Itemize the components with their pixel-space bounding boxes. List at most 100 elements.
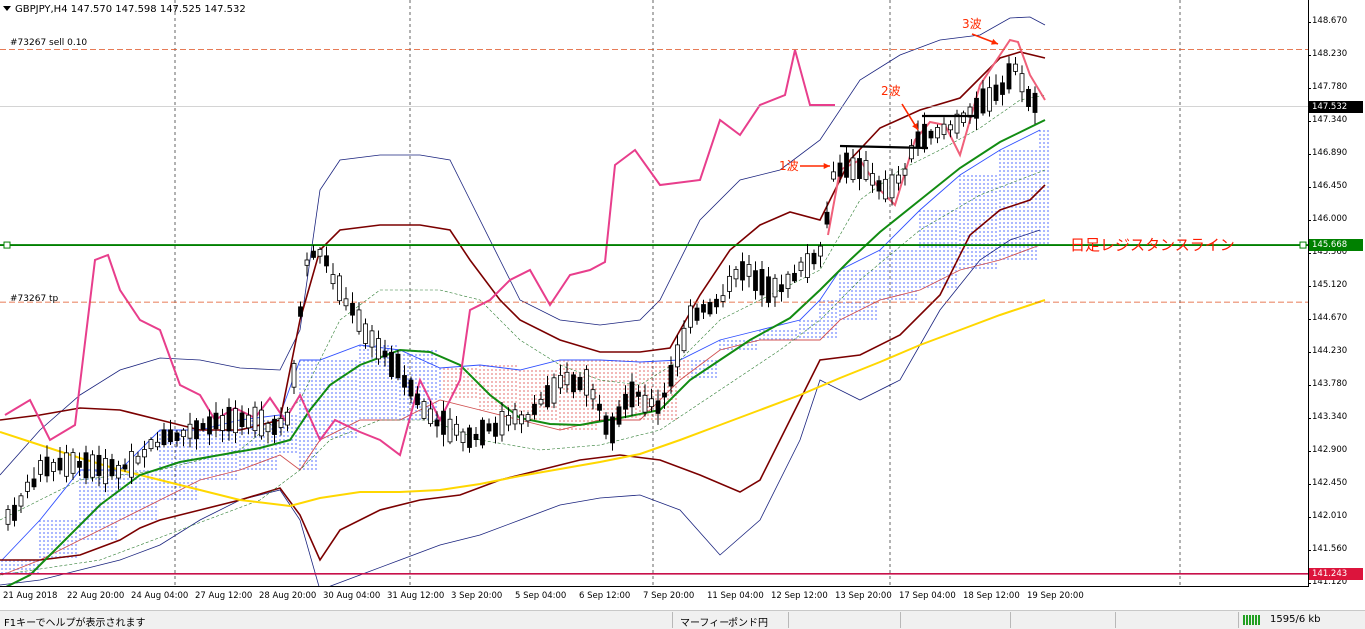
candle-body xyxy=(135,455,141,464)
candle-body xyxy=(525,414,531,422)
candle-body xyxy=(57,457,63,471)
price-tick-label: 144.670 xyxy=(1307,313,1348,323)
candle-body xyxy=(447,418,453,443)
candle-body xyxy=(681,327,687,352)
candle-body xyxy=(148,439,154,450)
chart-header: GBPJPY,H4 147.570 147.598 147.525 147.53… xyxy=(3,4,246,15)
candle-body xyxy=(116,464,121,479)
candle-body xyxy=(571,374,576,393)
candle-body xyxy=(610,416,615,444)
candle-body xyxy=(291,363,297,388)
price-tick-label: 142.010 xyxy=(1307,511,1348,521)
time-tick-label: 11 Sep 04:00 xyxy=(707,591,764,601)
time-tick-label: 27 Aug 12:00 xyxy=(195,591,253,601)
candle-body xyxy=(421,401,427,419)
status-bar: F1キーでヘルプが表示されます マーフィー ポンド円 1595/6 kb xyxy=(0,610,1365,629)
candle-body xyxy=(837,162,843,177)
candle-body xyxy=(662,392,667,398)
candle-body xyxy=(636,391,641,397)
candle-body xyxy=(551,377,557,404)
time-tick-label: 5 Sep 04:00 xyxy=(515,591,567,601)
candle-body xyxy=(278,417,284,428)
candle-body xyxy=(623,393,628,410)
resistance-right-handle xyxy=(1299,241,1307,249)
candle-body xyxy=(928,130,934,139)
time-tick-label: 6 Sep 12:00 xyxy=(579,591,631,601)
candle-body xyxy=(109,459,115,477)
candle-body xyxy=(38,460,43,475)
connection-traffic-icon xyxy=(1243,615,1265,625)
price-tick-label: 146.450 xyxy=(1307,181,1348,191)
candle-body xyxy=(993,84,999,101)
time-axis[interactable]: 21 Aug 2018 22 Aug 20:00 24 Aug 04:00 27 Au… xyxy=(0,587,1309,605)
candle-body xyxy=(96,454,102,477)
price-tick-label: 145.120 xyxy=(1307,280,1348,290)
candle-body xyxy=(298,306,303,317)
candle-body xyxy=(941,123,947,135)
status-symbol: ポンド円 xyxy=(728,618,768,629)
time-tick-label: 17 Sep 04:00 xyxy=(899,591,956,601)
wave1-arrow-head xyxy=(823,162,830,170)
candle-body xyxy=(44,456,50,477)
candle-body xyxy=(668,364,674,387)
price-tick-label: 146.000 xyxy=(1307,214,1348,224)
candle-body xyxy=(239,412,245,428)
candle-body xyxy=(376,338,381,360)
price-tick-label: 142.900 xyxy=(1307,445,1348,455)
collapse-triangle-icon[interactable] xyxy=(3,6,11,11)
candle-body xyxy=(1026,88,1031,107)
candle-body xyxy=(317,249,323,257)
candle-body xyxy=(649,398,654,408)
candle-body xyxy=(285,411,290,426)
candle-body xyxy=(324,255,329,267)
candle-body xyxy=(460,431,466,443)
candle-body xyxy=(753,270,758,291)
candle-body xyxy=(493,422,498,437)
candle-body xyxy=(129,451,134,478)
candle-body xyxy=(142,449,147,458)
candle-body xyxy=(1013,63,1018,72)
ma-green xyxy=(5,119,1046,586)
help-text: F1キーでヘルプが表示されます xyxy=(4,618,146,629)
candle-body xyxy=(168,429,173,443)
candle-body xyxy=(792,272,797,282)
candle-body xyxy=(454,423,459,436)
candle-body xyxy=(369,330,375,348)
candle-body xyxy=(395,353,401,379)
candle-body xyxy=(720,295,726,302)
candle-body xyxy=(233,408,238,434)
time-tick-label: 19 Sep 20:00 xyxy=(1027,591,1084,601)
price-axis[interactable]: 148.670 148.230 147.780 147.340 146.890 146.4… xyxy=(1307,0,1365,587)
candle-body xyxy=(70,452,76,474)
candle-body xyxy=(616,406,622,425)
chart-plot-area[interactable]: GBPJPY,H4 147.570 147.598 147.525 147.53… xyxy=(0,0,1309,587)
traffic-text: 1595/6 kb xyxy=(1270,614,1321,625)
candle-body xyxy=(844,152,849,178)
candle-body xyxy=(155,441,160,448)
candle-body xyxy=(1006,63,1012,90)
candle-body xyxy=(337,275,342,302)
wave-resistance-1 xyxy=(839,144,929,150)
candle-body xyxy=(889,174,895,199)
candle-body xyxy=(480,419,485,446)
candle-body xyxy=(194,420,199,440)
candle-body xyxy=(766,276,771,303)
candle-body xyxy=(473,433,479,440)
price-tick-label: 146.890 xyxy=(1307,148,1348,158)
candle-body xyxy=(499,410,505,436)
chikou-dashed xyxy=(0,169,1046,576)
candle-body xyxy=(512,409,518,425)
price-tick-label: 141.560 xyxy=(1307,544,1348,554)
chart-canvas[interactable] xyxy=(0,0,1309,587)
candle-body xyxy=(558,374,563,389)
candle-body xyxy=(818,245,823,257)
candle-body xyxy=(213,412,219,430)
candle-body xyxy=(532,403,537,415)
candle-body xyxy=(259,409,264,437)
candle-body xyxy=(467,427,472,448)
candle-body xyxy=(629,381,635,408)
candle-body xyxy=(597,403,602,411)
chart-window[interactable]: GBPJPY,H4 147.570 147.598 147.525 147.53… xyxy=(0,0,1365,610)
candle-body xyxy=(831,171,836,180)
candle-body xyxy=(707,302,713,315)
